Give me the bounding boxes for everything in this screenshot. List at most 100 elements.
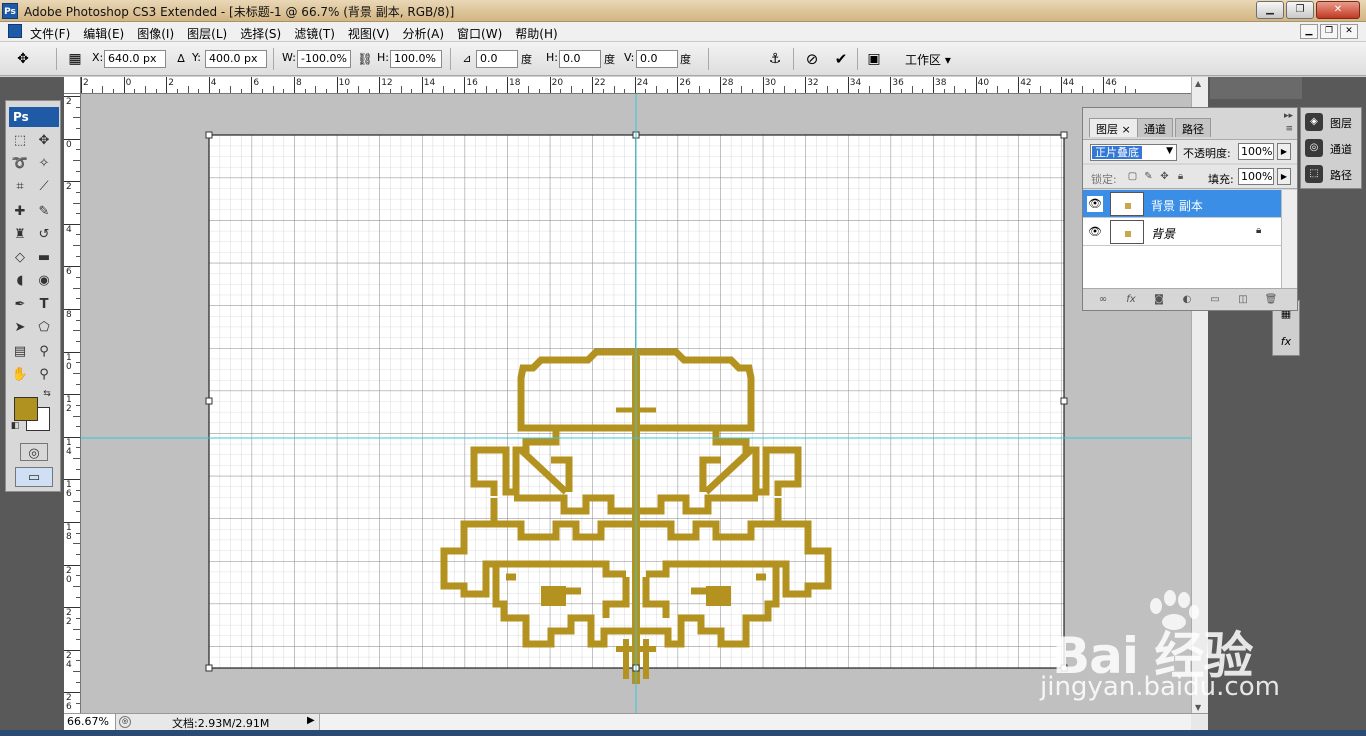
menu-filter[interactable]: 滤镜(T) [294, 25, 335, 42]
notes-icon[interactable]: ▤ [10, 342, 30, 362]
layer-list-scrollbar[interactable] [1281, 190, 1297, 288]
dock-item-layers[interactable]: ◈ 图层 [1303, 110, 1361, 134]
shape-icon[interactable]: ⬠ [34, 318, 54, 338]
layer-row-background[interactable]: 👁︎ 背景 🔒︎ [1083, 218, 1281, 246]
tab-paths[interactable]: 路径 [1175, 118, 1211, 137]
menu-edit[interactable]: 编辑(E) [83, 25, 124, 42]
document-icon[interactable] [8, 24, 22, 38]
canvas-area[interactable] [81, 94, 1191, 715]
menu-image[interactable]: 图像(I) [137, 25, 174, 42]
handle-right[interactable] [1060, 397, 1068, 405]
height-field[interactable]: 100.0% [390, 50, 442, 68]
v-skew-field[interactable]: 0.0 [636, 50, 678, 68]
tab-channels[interactable]: 通道 [1137, 118, 1173, 137]
scroll-up-icon[interactable]: ▲ [1195, 79, 1201, 88]
status-info-icon[interactable]: ◎ [119, 716, 131, 728]
menu-select[interactable]: 选择(S) [240, 25, 281, 42]
vertical-ruler[interactable]: 2024681 01 21 41 61 82 02 22 42 62 8 [64, 94, 81, 736]
zoom-field[interactable]: 66.67% [64, 714, 116, 730]
commit-transform-icon[interactable]: ✔ [832, 50, 850, 68]
default-colors-icon[interactable]: ◧ [8, 419, 22, 433]
move-icon[interactable]: ✥ [34, 131, 54, 151]
restore-button[interactable]: ❐ [1286, 1, 1314, 19]
new-layer-icon[interactable]: ◫ [1235, 293, 1251, 307]
panel-menu-icon[interactable]: ≡ [1285, 124, 1293, 134]
ruler-origin[interactable] [64, 77, 81, 94]
menu-help[interactable]: 帮助(H) [515, 25, 557, 42]
dodge-icon[interactable]: ◉ [34, 271, 54, 291]
menu-layer[interactable]: 图层(L) [187, 25, 227, 42]
handle-left[interactable] [205, 397, 213, 405]
opacity-slider-icon[interactable]: ▶ [1277, 143, 1291, 160]
reference-point-icon[interactable]: ▦ [66, 50, 84, 68]
path-select-icon[interactable]: ➤ [10, 318, 30, 338]
healing-icon[interactable]: ✚ [10, 202, 30, 222]
h-skew-field[interactable]: 0.0 [559, 50, 601, 68]
horizontal-scrollbar[interactable] [319, 714, 1191, 730]
menu-view[interactable]: 视图(V) [348, 25, 390, 42]
menu-analysis[interactable]: 分析(A) [402, 25, 444, 42]
handle-bottom-left[interactable] [205, 664, 213, 672]
bridge-icon[interactable]: ▣ [865, 50, 883, 68]
close-button[interactable]: ✕ [1316, 1, 1360, 19]
styles-fx-icon[interactable]: fx [1277, 333, 1295, 351]
doc-close-button[interactable]: ✕ [1340, 24, 1358, 39]
adjustment-layer-icon[interactable]: ◐ [1179, 293, 1195, 307]
pen-icon[interactable]: ✒ [10, 295, 30, 315]
slice-icon[interactable]: ⟋ [34, 177, 54, 197]
lock-position-icon[interactable]: ✥ [1159, 171, 1170, 182]
trash-icon[interactable]: 🗑︎ [1263, 293, 1279, 307]
tab-close-icon[interactable]: × [1122, 123, 1131, 136]
lasso-icon[interactable]: ➰ [10, 154, 30, 174]
cancel-transform-icon[interactable]: ⊘ [803, 50, 821, 68]
blend-mode-select[interactable]: 正片叠底 ▼ [1090, 144, 1177, 161]
handle-top-left[interactable] [205, 131, 213, 139]
doc-minimize-button[interactable]: ▁ [1300, 24, 1318, 39]
fill-slider-icon[interactable]: ▶ [1277, 168, 1291, 185]
history-brush-icon[interactable]: ↺ [34, 225, 54, 245]
move-tool-preset-icon[interactable]: ✥ [14, 50, 32, 68]
layer-style-fx-icon[interactable]: fx [1123, 293, 1139, 307]
status-menu-arrow-icon[interactable]: ▶ [307, 715, 315, 726]
y-field[interactable]: 400.0 px [205, 50, 267, 68]
foreground-color-swatch[interactable] [14, 397, 38, 421]
visibility-eye-icon[interactable]: 👁︎ [1087, 196, 1103, 212]
blur-icon[interactable]: ◖ [10, 271, 30, 291]
add-mask-icon[interactable]: ◙ [1151, 293, 1167, 307]
link-layers-icon[interactable]: ∞ [1095, 293, 1111, 307]
x-field[interactable]: 640.0 px [104, 50, 166, 68]
opacity-field[interactable]: 100% [1238, 143, 1274, 160]
layer-row-background-copy[interactable]: 👁︎ 背景 副本 [1083, 190, 1281, 218]
hand-icon[interactable]: ✋ [10, 365, 30, 385]
delta-icon[interactable]: ∆ [172, 50, 190, 68]
lock-all-icon[interactable]: 🔒︎ [1175, 171, 1186, 182]
type-icon[interactable]: T [34, 295, 54, 315]
dock-item-channels[interactable]: ◎ 通道 [1303, 136, 1361, 160]
fill-field[interactable]: 100% [1238, 168, 1274, 185]
menu-window[interactable]: 窗口(W) [457, 25, 502, 42]
swap-colors-icon[interactable]: ⇆ [40, 387, 54, 401]
dock-item-paths[interactable]: ⬚ 路径 [1303, 162, 1361, 186]
tab-layers[interactable]: 图层 × [1089, 118, 1138, 137]
minimize-button[interactable]: ▁ [1256, 1, 1284, 19]
lock-pixels-icon[interactable]: ✎ [1143, 171, 1154, 182]
angle-field[interactable]: 0.0 [476, 50, 518, 68]
lock-transparency-icon[interactable]: ▢ [1127, 171, 1138, 182]
new-group-icon[interactable]: ▭ [1207, 293, 1223, 307]
doc-restore-button[interactable]: ❐ [1320, 24, 1338, 39]
width-field[interactable]: -100.0% [297, 50, 351, 68]
menu-file[interactable]: 文件(F) [30, 25, 70, 42]
zoom-icon[interactable]: ⚲ [34, 365, 54, 385]
brush-icon[interactable]: ✎ [34, 202, 54, 222]
eraser-icon[interactable]: ◇ [10, 248, 30, 268]
workspace-menu[interactable]: 工作区 ▾ [905, 51, 951, 68]
gradient-icon[interactable]: ▬ [34, 248, 54, 268]
marquee-icon[interactable]: ⬚ [10, 131, 30, 151]
visibility-eye-icon[interactable]: 👁︎ [1087, 224, 1103, 240]
horizontal-ruler[interactable]: 2 0 2 4 6 8 10 12 14 16 18 20 22 24 26 28 30 32 34 36 38 40 42… [81, 77, 1191, 94]
magic-wand-icon[interactable]: ✧ [34, 154, 54, 174]
handle-top-right[interactable] [1060, 131, 1068, 139]
crop-icon[interactable]: ⌗ [10, 177, 30, 197]
quick-mask-icon[interactable]: ◎ [20, 443, 48, 461]
warp-icon[interactable]: ⚓ [766, 50, 784, 68]
